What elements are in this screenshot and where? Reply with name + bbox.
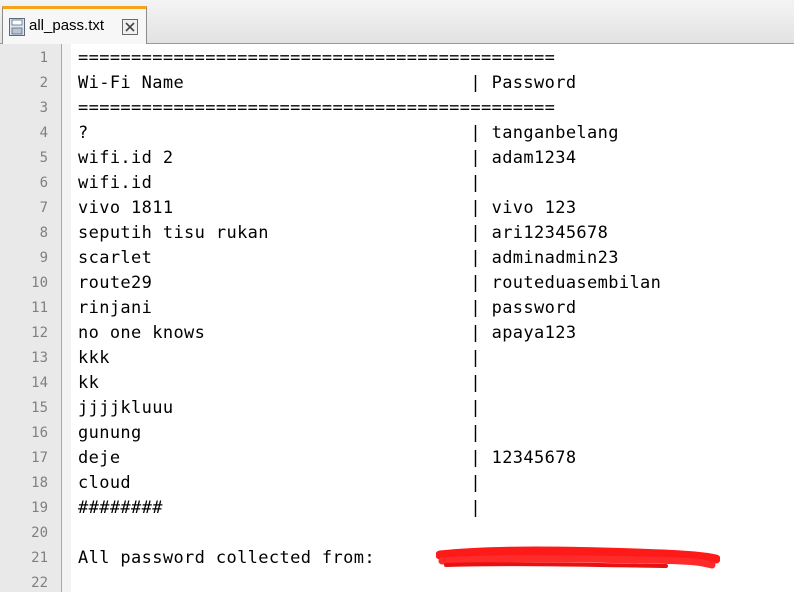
line-number: 4 — [39, 125, 48, 141]
close-icon[interactable] — [122, 19, 138, 35]
line-text: cloud | — [78, 473, 481, 493]
line-text: Wi-Fi Name | Password — [78, 73, 577, 93]
editor-line[interactable]: 15 jjjjkluuu | — [0, 396, 794, 421]
line-text: route29 | routeduasembilan — [78, 273, 662, 293]
line-text: wifi.id 2 | adam1234 — [78, 148, 577, 168]
line-text: deje | 12345678 — [78, 448, 577, 468]
tab-bar: all_pass.txt — [0, 0, 794, 44]
line-text: kkk | — [78, 348, 481, 368]
text-editor[interactable]: 1 =======================================… — [0, 44, 794, 592]
line-number: 20 — [31, 525, 48, 541]
line-number: 21 — [31, 550, 48, 566]
line-text: no one knows | apaya123 — [78, 323, 577, 343]
line-number: 14 — [31, 375, 48, 391]
line-text: ######## | — [78, 498, 481, 518]
line-number: 8 — [39, 225, 48, 241]
redaction-scribble — [436, 546, 720, 569]
line-text: gunung | — [78, 423, 481, 443]
line-number: 13 — [31, 350, 48, 366]
line-text: seputih tisu rukan | ari12345678 — [78, 223, 609, 243]
line-number: 18 — [31, 475, 48, 491]
editor-line[interactable]: 13 kkk | — [0, 346, 794, 371]
editor-line[interactable]: 19 ######## | — [0, 496, 794, 521]
line-number: 5 — [39, 150, 48, 166]
line-number: 16 — [31, 425, 48, 441]
editor-line[interactable]: 4 ? | tanganbelang — [0, 121, 794, 146]
editor-line[interactable]: 10 route29 | routeduasembilan — [0, 271, 794, 296]
line-text: All password collected from: — [78, 548, 386, 568]
line-text: ? | tanganbelang — [78, 123, 619, 143]
line-number: 3 — [39, 100, 48, 116]
line-text: vivo 1811 | vivo 123 — [78, 198, 577, 218]
line-number: 11 — [31, 300, 48, 316]
editor-line[interactable]: 9 scarlet | adminadmin23 — [0, 246, 794, 271]
line-number: 2 — [39, 75, 48, 91]
editor-line[interactable]: 22 — [0, 571, 794, 596]
editor-line[interactable]: 20 — [0, 521, 794, 546]
line-text: wifi.id | — [78, 173, 481, 193]
line-number: 7 — [39, 200, 48, 216]
line-number: 12 — [31, 325, 48, 341]
tab-title: all_pass.txt — [29, 17, 105, 34]
editor-line[interactable]: 5 wifi.id 2 | adam1234 — [0, 146, 794, 171]
line-number: 9 — [39, 250, 48, 266]
editor-line[interactable]: 7 vivo 1811 | vivo 123 — [0, 196, 794, 221]
editor-line[interactable]: 1 =======================================… — [0, 46, 794, 71]
editor-line[interactable]: 2 Wi-Fi Name | Password — [0, 71, 794, 96]
editor-line[interactable]: 14 kk | — [0, 371, 794, 396]
line-number: 17 — [31, 450, 48, 466]
tab-all-pass-txt[interactable]: all_pass.txt — [2, 6, 147, 44]
save-disk-icon — [9, 18, 25, 36]
line-text: rinjani | password — [78, 298, 577, 318]
editor-line[interactable]: 11 rinjani | password — [0, 296, 794, 321]
editor-line[interactable]: 8 seputih tisu rukan | ari12345678 — [0, 221, 794, 246]
line-number: 10 — [31, 275, 48, 291]
line-text: scarlet | adminadmin23 — [78, 248, 619, 268]
editor-line[interactable]: 6 wifi.id | — [0, 171, 794, 196]
line-text: jjjjkluuu | — [78, 398, 481, 418]
editor-line[interactable]: 18 cloud | — [0, 471, 794, 496]
line-number: 15 — [31, 400, 48, 416]
editor-line[interactable]: 3 =======================================… — [0, 96, 794, 121]
editor-line[interactable]: 12 no one knows | apaya123 — [0, 321, 794, 346]
editor-line[interactable]: 17 deje | 12345678 — [0, 446, 794, 471]
line-number: 19 — [31, 500, 48, 516]
line-number: 6 — [39, 175, 48, 191]
line-text: ========================================… — [78, 98, 556, 118]
line-text: kk | — [78, 373, 481, 393]
editor-line[interactable]: 16 gunung | — [0, 421, 794, 446]
line-text: ========================================… — [78, 48, 556, 68]
line-number: 1 — [39, 50, 48, 66]
line-number: 22 — [31, 575, 48, 591]
